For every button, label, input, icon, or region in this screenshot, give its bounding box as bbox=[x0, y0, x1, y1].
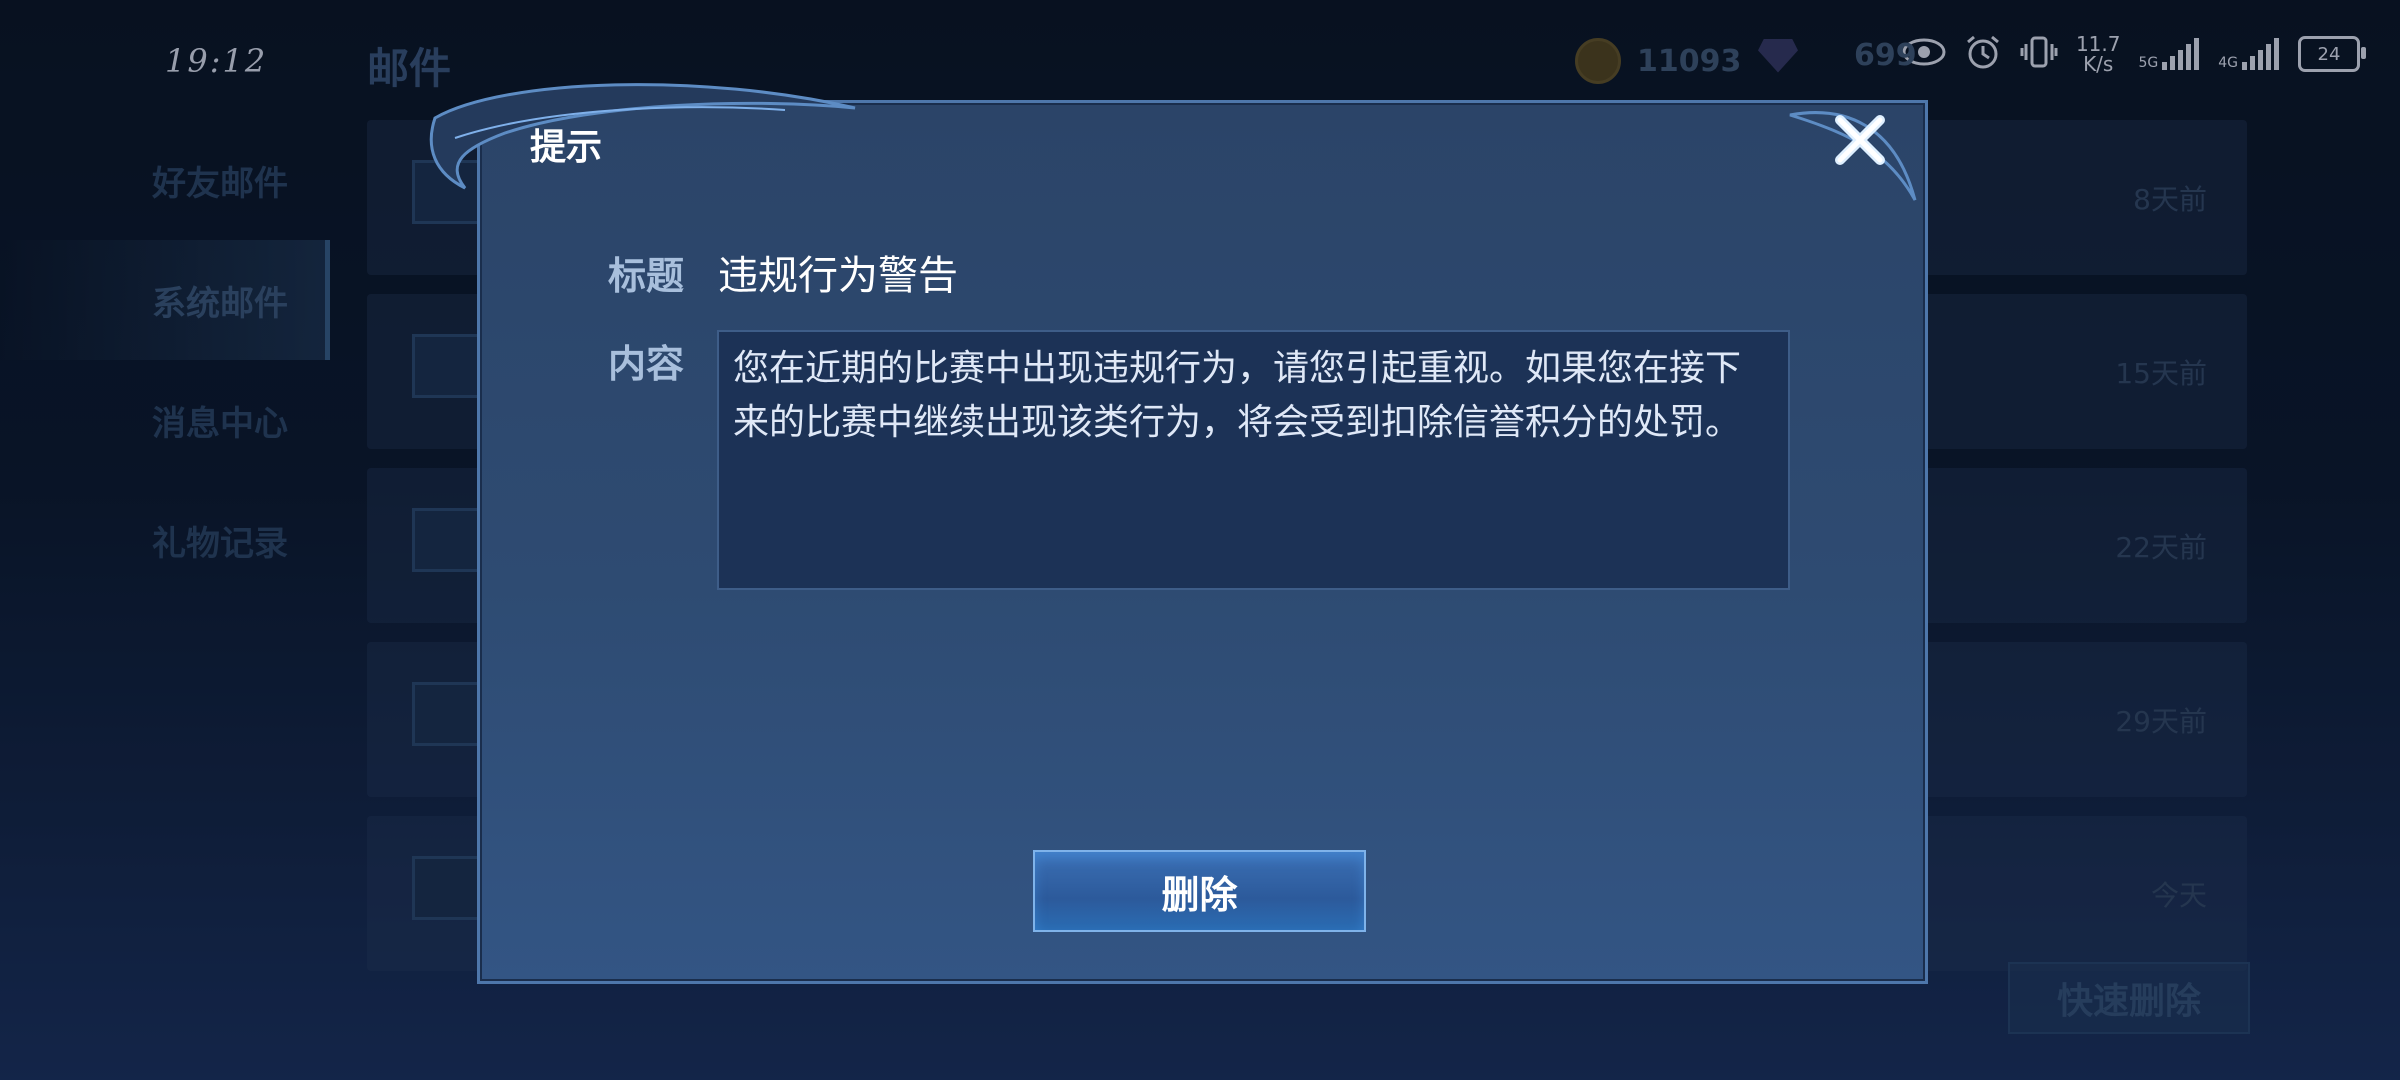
delete-button-label: 删除 bbox=[1161, 872, 1238, 917]
mail-subject: 违规行为警告 bbox=[718, 253, 958, 299]
close-button[interactable] bbox=[1830, 110, 1890, 170]
content-box[interactable]: 您在近期的比赛中出现违规行为，请您引起重视。如果您在接下来的比赛中继续出现该类行… bbox=[717, 330, 1790, 590]
close-icon bbox=[1835, 115, 1885, 165]
subject-label: 标题 bbox=[608, 254, 685, 298]
content-label: 内容 bbox=[608, 342, 685, 386]
delete-button[interactable]: 删除 bbox=[1033, 850, 1366, 932]
title-ornament bbox=[429, 83, 856, 190]
mail-content: 您在近期的比赛中出现违规行为，请您引起重视。如果您在接下来的比赛中继续出现该类行… bbox=[733, 348, 1742, 443]
dialog-title: 提示 bbox=[530, 127, 603, 168]
